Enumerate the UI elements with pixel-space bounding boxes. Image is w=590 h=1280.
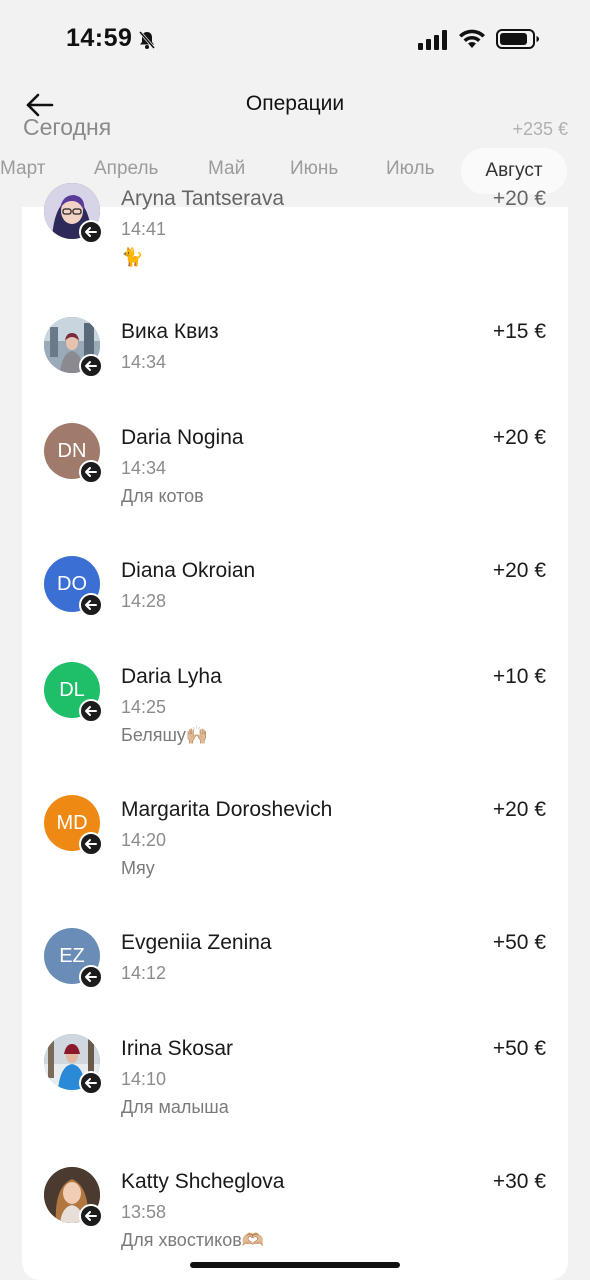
incoming-arrow-icon <box>79 965 103 989</box>
list-item[interactable]: Katty Shcheglova 13:58 Для хвостиков🫶🏼 +… <box>22 1167 568 1270</box>
list-item[interactable]: DN Daria Nogina 14:34 Для котов +20 € <box>22 423 568 536</box>
day-section-label: Сегодня <box>23 114 112 140</box>
operation-time: 14:12 <box>121 963 167 983</box>
operation-time: 14:10 <box>121 1069 167 1089</box>
list-item[interactable]: Irina Skosar 14:10 Для малыша +50 € <box>22 1034 568 1147</box>
bell-slash-icon <box>138 31 156 49</box>
operation-amount: +15 € <box>492 320 546 343</box>
sender-name: Evgeniia Zenina <box>121 931 272 954</box>
operation-time: 14:41 <box>121 219 167 239</box>
tab-july[interactable]: Июль <box>386 158 434 180</box>
sender-name: Daria Lyha <box>121 665 222 688</box>
day-section-total: +235 € <box>512 119 568 139</box>
incoming-arrow-icon <box>79 832 103 856</box>
operation-amount: +20 € <box>492 187 546 210</box>
wifi-icon <box>459 29 485 48</box>
tab-april[interactable]: Апрель <box>94 158 158 180</box>
operation-time: 14:34 <box>121 352 167 372</box>
list-item[interactable]: EZ Evgeniia Zenina 14:12 +50 € <box>22 928 568 1021</box>
operation-amount: +20 € <box>492 559 546 582</box>
status-time: 14:59 <box>66 24 133 52</box>
sender-name: Aryna Tantserava <box>121 187 285 210</box>
list-item[interactable]: MD Margarita Doroshevich 14:20 Мяу +20 € <box>22 795 568 908</box>
operation-note: 🐈 <box>121 247 144 267</box>
operation-note: Для котов <box>121 486 204 506</box>
operation-time: 13:58 <box>121 1202 167 1222</box>
operation-amount: +50 € <box>492 1037 546 1060</box>
status-bar: 14:59 <box>0 0 590 80</box>
operation-amount: +10 € <box>492 665 546 688</box>
sender-name: Diana Okroian <box>121 559 256 582</box>
sender-name: Irina Skosar <box>121 1037 234 1060</box>
operation-note: Для малыша <box>121 1097 229 1117</box>
operations-list: Aryna Tantserava 14:41 🐈 +20 € Вика Квиз… <box>22 183 568 1280</box>
operation-amount: +50 € <box>492 931 546 954</box>
operation-amount: +20 € <box>492 798 546 821</box>
operation-note: Для хвостиков🫶🏼 <box>121 1230 265 1250</box>
battery-icon <box>496 29 539 49</box>
incoming-arrow-icon <box>79 699 103 723</box>
sender-name: Margarita Doroshevich <box>121 798 333 821</box>
list-item[interactable]: Вика Квиз 14:34 +15 € <box>22 317 568 410</box>
incoming-arrow-icon <box>79 1204 103 1228</box>
operation-amount: +30 € <box>492 1170 546 1193</box>
list-item[interactable]: DL Daria Lyha 14:25 Беляшу🙌🏼 +10 € <box>22 662 568 775</box>
page-title: Операции <box>245 92 345 115</box>
incoming-arrow-icon <box>79 460 103 484</box>
incoming-arrow-icon <box>79 354 103 378</box>
tab-june[interactable]: Июнь <box>290 158 338 180</box>
operation-amount: +20 € <box>492 426 546 449</box>
tab-may[interactable]: Май <box>208 158 245 180</box>
operation-time: 14:34 <box>121 458 167 478</box>
incoming-arrow-icon <box>79 1071 103 1095</box>
home-indicator[interactable] <box>190 1262 400 1268</box>
operation-note: Мяу <box>121 858 155 878</box>
list-item[interactable]: Aryna Tantserava 14:41 🐈 +20 € <box>22 183 568 297</box>
incoming-arrow-icon <box>79 593 103 617</box>
operation-time: 14:25 <box>121 697 167 717</box>
operation-time: 14:28 <box>121 591 167 611</box>
sender-name: Daria Nogina <box>121 426 244 449</box>
tab-march[interactable]: Март <box>0 158 45 180</box>
incoming-arrow-icon <box>79 220 103 244</box>
cellular-signal-icon <box>418 30 447 50</box>
list-item[interactable]: DO Diana Okroian 14:28 +20 € <box>22 556 568 649</box>
operation-time: 14:20 <box>121 830 167 850</box>
operation-note: Беляшу🙌🏼 <box>121 725 209 745</box>
sender-name: Вика Квиз <box>121 320 219 343</box>
sender-name: Katty Shcheglova <box>121 1170 285 1193</box>
